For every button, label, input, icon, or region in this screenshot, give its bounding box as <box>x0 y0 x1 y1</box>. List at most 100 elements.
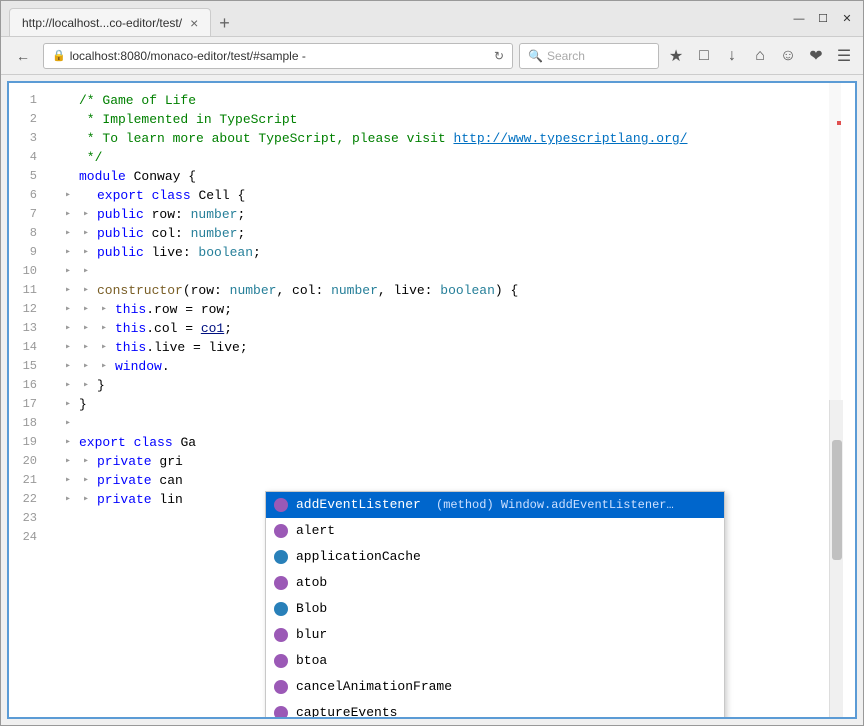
code-token: number <box>191 224 238 243</box>
ac-item-name: alert <box>296 520 335 542</box>
fold-arrow: ▸ <box>65 357 75 376</box>
tab-bar: http://localhost...co-editor/test/ × + <box>9 1 791 36</box>
line-number: 23 <box>21 509 37 528</box>
home-icon[interactable]: ⌂ <box>749 47 771 65</box>
editor-container: 1 2 3 4 5 6 7 8 9 10 11 12 13 14 15 16 1… <box>7 81 857 719</box>
close-button[interactable]: ✕ <box>839 12 855 25</box>
ac-item-name: atob <box>296 572 327 594</box>
fold-arrow-2: ▸ <box>83 338 93 357</box>
minimap <box>829 83 841 400</box>
reload-icon[interactable]: ↻ <box>494 49 504 63</box>
autocomplete-item[interactable]: Blob <box>266 596 724 622</box>
code-token: .live = live; <box>146 338 247 357</box>
bookmark-icon[interactable]: ★ <box>665 46 687 66</box>
code-token: class <box>134 433 173 452</box>
autocomplete-item[interactable]: captureEvents <box>266 700 724 717</box>
autocomplete-item[interactable]: alert <box>266 518 724 544</box>
line-number: 13 <box>21 319 37 338</box>
code-token: co1 <box>201 319 224 338</box>
fold-arrow: ▸ <box>65 186 75 205</box>
search-bar[interactable]: 🔍 Search <box>519 43 659 69</box>
code-line: * To learn more about TypeScript, please… <box>61 129 829 148</box>
reading-view-icon[interactable]: □ <box>693 47 715 65</box>
code-token: constructor <box>97 281 183 300</box>
line-number: 6 <box>21 186 37 205</box>
code-token: window <box>115 357 162 376</box>
code-token: } <box>97 376 105 395</box>
line-number: 20 <box>21 452 37 471</box>
minimize-button[interactable]: — <box>791 13 807 25</box>
line-number: 2 <box>21 110 37 129</box>
browser-window: http://localhost...co-editor/test/ × + —… <box>0 0 864 726</box>
code-token: public <box>97 224 144 243</box>
autocomplete-item[interactable]: applicationCache <box>266 544 724 570</box>
code-token: private <box>97 452 152 471</box>
code-token: export <box>79 433 126 452</box>
ac-item-detail: (method) Window.addEventListener… <box>429 494 716 516</box>
code-token: module <box>79 167 126 186</box>
lock-icon: 🔒 <box>52 49 66 62</box>
code-token: /* Game of Life <box>79 91 196 110</box>
code-token: number <box>331 281 378 300</box>
menu-icon[interactable]: ☰ <box>833 46 855 66</box>
code-line: ▸ ▸ public row: number; <box>61 205 829 224</box>
autocomplete-item[interactable]: btoa <box>266 648 724 674</box>
line-number: 9 <box>21 243 37 262</box>
fold-arrow: ▸ <box>65 281 75 300</box>
autocomplete-item[interactable]: cancelAnimationFrame <box>266 674 724 700</box>
fold-arrow: ▸ <box>65 300 75 319</box>
tab-close-button[interactable]: × <box>190 16 198 30</box>
typescript-link[interactable]: http://www.typescriptlang.org/ <box>453 129 687 148</box>
scrollbar[interactable] <box>829 400 843 717</box>
back-button[interactable]: ← <box>9 42 37 70</box>
ac-item-icon <box>274 602 288 616</box>
code-line: ▸ ▸ ▸ window. <box>61 357 829 376</box>
ac-item-icon <box>274 706 288 717</box>
code-line: ▸ <box>61 414 829 433</box>
window-controls: — ☐ ✕ <box>791 12 855 25</box>
fold-arrow-2: ▸ <box>83 205 93 224</box>
new-tab-button[interactable]: + <box>211 10 238 36</box>
fold-arrow-2: ▸ <box>83 281 93 300</box>
line-number: 21 <box>21 471 37 490</box>
code-token: Conway { <box>126 167 196 186</box>
fold-arrow-2: ▸ <box>83 300 93 319</box>
download-icon[interactable]: ↓ <box>721 47 743 65</box>
profile-icon[interactable]: ☺ <box>777 47 799 65</box>
line-number: 1 <box>21 91 37 110</box>
line-number: 3 <box>21 129 37 148</box>
ac-item-icon <box>274 550 288 564</box>
line-number: 16 <box>21 376 37 395</box>
line-number: 24 <box>21 528 37 547</box>
maximize-button[interactable]: ☐ <box>815 12 831 25</box>
fold-arrow: ▸ <box>65 319 75 338</box>
autocomplete-item[interactable]: atob <box>266 570 724 596</box>
code-token <box>126 433 134 452</box>
autocomplete-item[interactable]: blur <box>266 622 724 648</box>
code-area[interactable]: /* Game of Life * Implemented in TypeScr… <box>45 83 829 717</box>
fold-arrow-2: ▸ <box>83 490 93 509</box>
autocomplete-item-selected[interactable]: addEventListener (method) Window.addEven… <box>266 492 724 518</box>
code-token: * Implemented in TypeScript <box>79 110 297 129</box>
address-bar[interactable]: 🔒 localhost:8080/monaco-editor/test/#sam… <box>43 43 513 69</box>
fold-arrow: ▸ <box>65 414 75 433</box>
back-icon: ← <box>16 48 30 64</box>
address-text: localhost:8080/monaco-editor/test/#sampl… <box>70 49 490 63</box>
autocomplete-dropdown[interactable]: addEventListener (method) Window.addEven… <box>265 491 725 717</box>
browser-tab[interactable]: http://localhost...co-editor/test/ × <box>9 8 211 36</box>
line-number: 12 <box>21 300 37 319</box>
ac-item-icon <box>274 628 288 642</box>
code-line: ▸ ▸ ▸ this.row = row; <box>61 300 829 319</box>
code-token: ; <box>224 319 232 338</box>
ac-item-name: Blob <box>296 598 327 620</box>
ac-item-icon <box>274 576 288 590</box>
fold-arrow: ▸ <box>65 262 75 281</box>
scrollbar-thumb[interactable] <box>832 440 842 560</box>
line-number: 15 <box>21 357 37 376</box>
favorites-icon[interactable]: ❤ <box>805 46 827 66</box>
code-token: public <box>97 205 144 224</box>
code-token: number <box>230 281 277 300</box>
editor-content[interactable]: 1 2 3 4 5 6 7 8 9 10 11 12 13 14 15 16 1… <box>9 83 855 717</box>
code-token: number <box>191 205 238 224</box>
code-line: ▸ ▸ public live: boolean; <box>61 243 829 262</box>
